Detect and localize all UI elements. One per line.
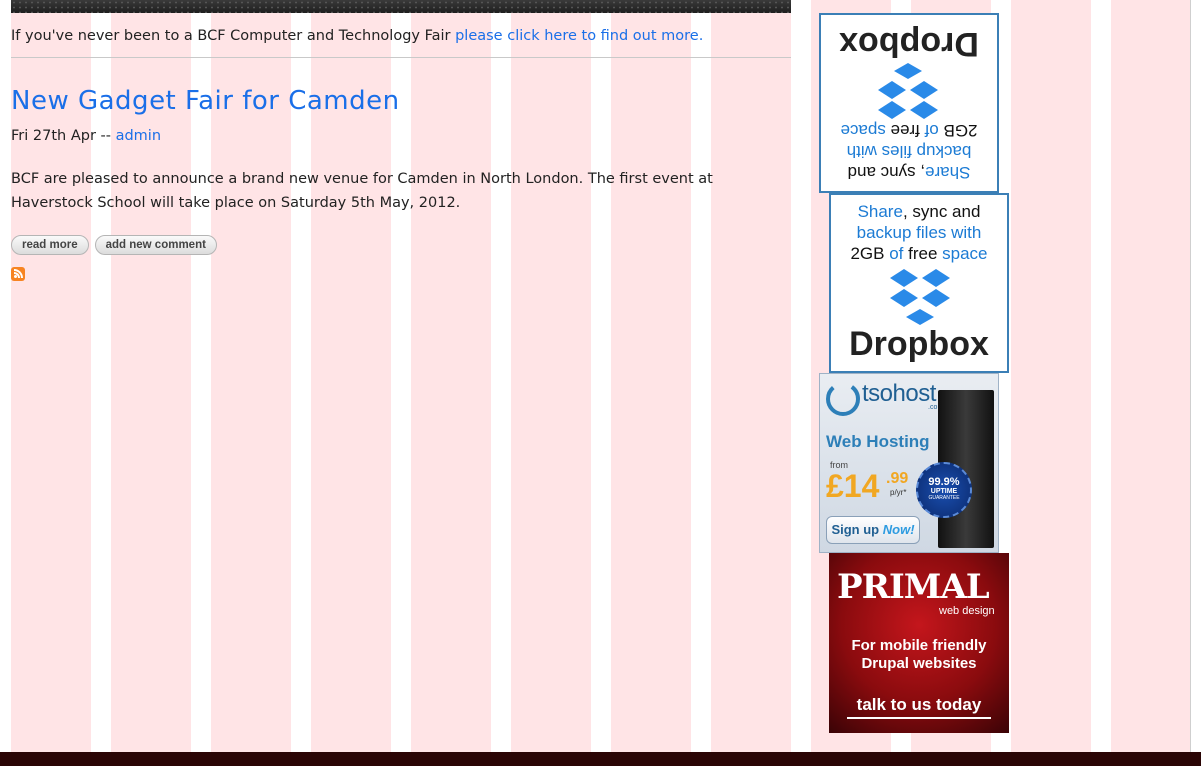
post-date: Fri 27th Apr	[11, 128, 96, 144]
read-more-button[interactable]: read more	[11, 235, 89, 255]
dropbox-logo-icon	[878, 63, 938, 119]
header-banner-image	[11, 0, 791, 13]
right-margin	[1190, 0, 1201, 752]
tsohost-pence: .99	[886, 470, 909, 487]
add-comment-button[interactable]: add new comment	[94, 235, 217, 255]
dropbox-ad-flipped[interactable]: Share, sync and backup files with 2GB of…	[819, 13, 999, 193]
dropbox-line1: Share, sync and	[857, 202, 981, 221]
tsohost-brand: tsohost	[862, 380, 936, 407]
tsohost-headline: Web Hosting	[826, 432, 930, 451]
node-links: read more add new comment	[11, 235, 791, 255]
signup-button[interactable]: Sign up Now!	[826, 516, 920, 544]
intro-text: If you've never been to a BCF Computer a…	[11, 28, 456, 44]
dropbox-line2: backup files with	[856, 223, 982, 242]
primal-cta: talk to us today	[847, 695, 991, 719]
dropbox-ad-flipped-content: Share, sync and backup files with 2GB of…	[821, 15, 997, 191]
main-content: If you've never been to a BCF Computer a…	[11, 0, 791, 281]
footer-bar	[0, 752, 1201, 766]
primal-ad[interactable]: PRIMAL web design For mobile friendly Dr…	[829, 553, 1009, 733]
dropbox-line2: backup files with	[846, 142, 972, 161]
primal-line1: For mobile friendly	[851, 637, 987, 654]
node-title[interactable]: New Gadget Fair for Camden	[11, 86, 791, 116]
tsohost-ad[interactable]: tsohost .co.uk Web Hosting from £14 .99 …	[819, 373, 999, 553]
submitted-info: Fri 27th Apr -- admin	[11, 128, 791, 144]
intro-paragraph: If you've never been to a BCF Computer a…	[11, 26, 791, 46]
submitted-separator: --	[100, 128, 111, 144]
tsohost-per: p/yr*	[890, 488, 907, 497]
divider	[11, 57, 791, 58]
uptime-badge: 99.9% UPTIME GUARANTEE	[916, 462, 972, 518]
dropbox-ad[interactable]: Share, sync and backup files with 2GB of…	[829, 193, 1009, 373]
dropbox-line1: Share, sync and	[847, 163, 971, 182]
tsohost-price: £14	[826, 468, 880, 504]
dropbox-line3: 2GB of free space	[850, 244, 988, 263]
dropbox-logo-icon	[890, 269, 950, 325]
node-body: BCF are pleased to announce a brand new …	[11, 171, 713, 211]
tsohost-swirl-icon	[826, 382, 860, 416]
find-out-more-link[interactable]: please click here to find out more.	[455, 28, 703, 44]
primal-sub: web design	[939, 605, 995, 617]
left-margin	[0, 0, 11, 752]
dropbox-wordmark: Dropbox	[839, 25, 979, 63]
dropbox-line3: 2GB of free space	[840, 121, 978, 140]
rss-feed-icon[interactable]	[11, 267, 25, 281]
dropbox-wordmark: Dropbox	[849, 325, 989, 363]
primal-brand: PRIMAL	[837, 567, 990, 607]
primal-line2: Drupal websites	[861, 655, 977, 672]
author-link[interactable]: admin	[116, 128, 161, 144]
